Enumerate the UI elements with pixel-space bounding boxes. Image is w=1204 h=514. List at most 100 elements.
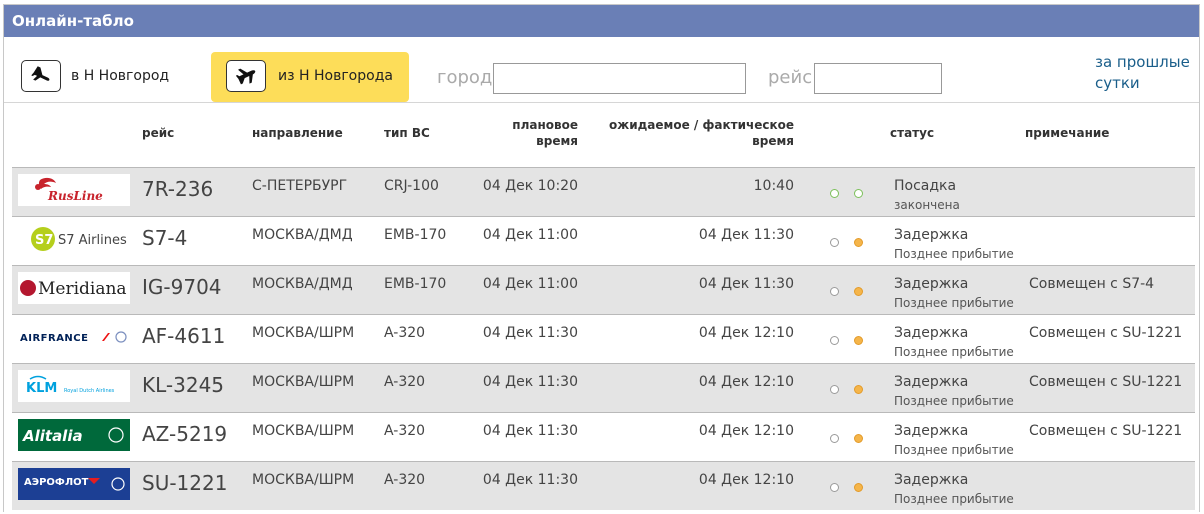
table-row: Alitalia AZ-5219 МОСКВА/ШРМ A-320 04 Дек 11:… [12,412,1195,461]
flight-number: AF-4611 [142,324,226,348]
airfrance-logo: AIRFRANCE [18,321,130,353]
alitalia-logo: Alitalia [18,419,130,451]
rusline-logo: RusLine [18,174,130,206]
planned-time: 04 Дек 11:30 [482,374,578,390]
aircraft-type: EMB-170 [384,276,447,292]
direction: МОСКВА/ШРМ [252,374,355,390]
svg-text:S7: S7 [35,233,53,248]
table-row: KLM Royal Dutch Airlines KL-3245 МОСКВА/ШРМ… [12,363,1195,412]
direction: МОСКВА/ДМД [252,276,353,292]
planned-time: 04 Дек 11:30 [482,325,578,341]
remark: Совмещен с SU-1221 [1029,423,1183,439]
status-dot-orange [854,336,863,345]
direction: С-ПЕТЕРБУРГ [252,178,348,194]
flight-number: KL-3245 [142,373,225,397]
remark: Совмещен с SU-1221 [1029,374,1183,390]
expected-time: 04 Дек 12:10 [698,472,794,488]
table-row: S7 S7 Airlines S7-4 МОСКВА/ДМД EMB-170 04 Дек… [12,216,1195,265]
plane-landing-icon [21,60,61,92]
flight-number: AZ-5219 [142,422,228,446]
col-planned-line1: плановое [512,118,578,132]
svg-text:Alitalia: Alitalia [22,427,83,445]
meridiana-logo: Meridiana [18,272,130,304]
aircraft-type: EMB-170 [384,227,447,243]
planned-time: 04 Дек 11:30 [482,423,578,439]
remark: Совмещен с S7-4 [1029,276,1155,292]
aircraft-type: A-320 [384,423,426,439]
expected-time: 04 Дек 12:10 [698,325,794,341]
plane-takeoff-icon [226,60,266,92]
tab-departures[interactable]: из Н Новгорода [211,52,409,102]
tab-departures-label: из Н Новгорода [278,68,393,84]
status: Задержка [894,423,969,439]
status-dot-empty [830,385,839,394]
status-dot-empty [830,287,839,296]
planned-time: 04 Дек 11:00 [482,227,578,243]
s7-airlines-logo: S7 S7 Airlines [18,223,130,255]
svg-text:АЭРОФЛОТ: АЭРОФЛОТ [24,477,89,488]
planned-time: 04 Дек 11:30 [482,472,578,488]
table-row: АЭРОФЛОТ SU-1221 МОСКВА/ШРМ A-320 04 Дек 11:… [12,461,1195,510]
direction: МОСКВА/ДМД [252,227,353,243]
table-row: AIRFRANCE AF-4611 МОСКВА/ШРМ A-320 04 Дек 11… [12,314,1195,363]
aircraft-type: CRJ-100 [384,178,439,194]
remark: Совмещен с SU-1221 [1029,325,1183,341]
aircraft-type: A-320 [384,472,426,488]
svg-text:AIRFRANCE: AIRFRANCE [20,333,88,344]
tab-arrivals-label: в Н Новгород [71,68,170,84]
svg-text:Meridiana: Meridiana [38,279,127,299]
klm-logo: KLM Royal Dutch Airlines [18,370,130,402]
flight-number: 7R-236 [142,177,214,201]
status-dot-orange [854,238,863,247]
status-dot-empty [830,238,839,247]
board-frame: Онлайн-табло в Н Новгород из Н Новгорода… [3,4,1200,512]
status: Задержка [894,276,969,292]
flight-number: IG-9704 [142,275,222,299]
status: Задержка [894,227,969,243]
status-dot-green [854,189,863,198]
col-planned-line2: время [536,134,578,148]
flight-label: рейс [768,67,813,88]
city-input[interactable] [493,63,746,94]
status: Посадка [894,178,957,194]
expected-time: 10:40 [753,178,794,194]
expected-time: 04 Дек 11:30 [698,227,794,243]
expected-time: 04 Дек 12:10 [698,374,794,390]
col-note: примечание [1025,126,1110,140]
col-expected-line1: ожидаемое / фактическое [609,118,794,132]
flight-input[interactable] [814,63,942,94]
flight-number: S7-4 [142,226,188,250]
status: Задержка [894,325,969,341]
direction: МОСКВА/ШРМ [252,472,355,488]
status-detail: Позднее прибытие [894,247,1014,261]
status-dot-green [830,189,839,198]
tab-arrivals[interactable]: в Н Новгород [9,52,201,102]
expected-time: 04 Дек 11:30 [698,276,794,292]
status-dot-orange [854,385,863,394]
aircraft-type: A-320 [384,374,426,390]
planned-time: 04 Дек 11:00 [482,276,578,292]
table-row: Meridiana IG-9704 МОСКВА/ДМД EMB-170 04 Дек … [12,265,1195,314]
status-dot-empty [830,336,839,345]
status-detail: закончена [894,198,960,212]
status: Задержка [894,472,969,488]
divider [4,102,1199,103]
table-row: RusLine 7R-236 С-ПЕТЕРБУРГ CRJ-100 04 Дек 10… [12,167,1195,216]
planned-time: 04 Дек 10:20 [482,178,578,194]
status-dot-orange [854,483,863,492]
aeroflot-logo: АЭРОФЛОТ [18,468,130,500]
expected-time: 04 Дек 12:10 [698,423,794,439]
direction: МОСКВА/ШРМ [252,325,355,341]
svg-text:S7 Airlines: S7 Airlines [58,233,127,248]
status-detail: Позднее прибытие [894,492,1014,506]
col-expected-line2: время [752,134,794,148]
flight-number: SU-1221 [142,471,228,495]
past-day-link[interactable]: за прошлые сутки [1095,52,1200,94]
col-direction: направление [252,126,343,140]
status-dot-empty [830,434,839,443]
col-planned: плановое время [474,117,578,149]
status-detail: Позднее прибытие [894,345,1014,359]
col-expected: ожидаемое / фактическое время [594,117,794,149]
col-aircraft: тип ВС [384,126,430,140]
status-detail: Позднее прибытие [894,443,1014,457]
